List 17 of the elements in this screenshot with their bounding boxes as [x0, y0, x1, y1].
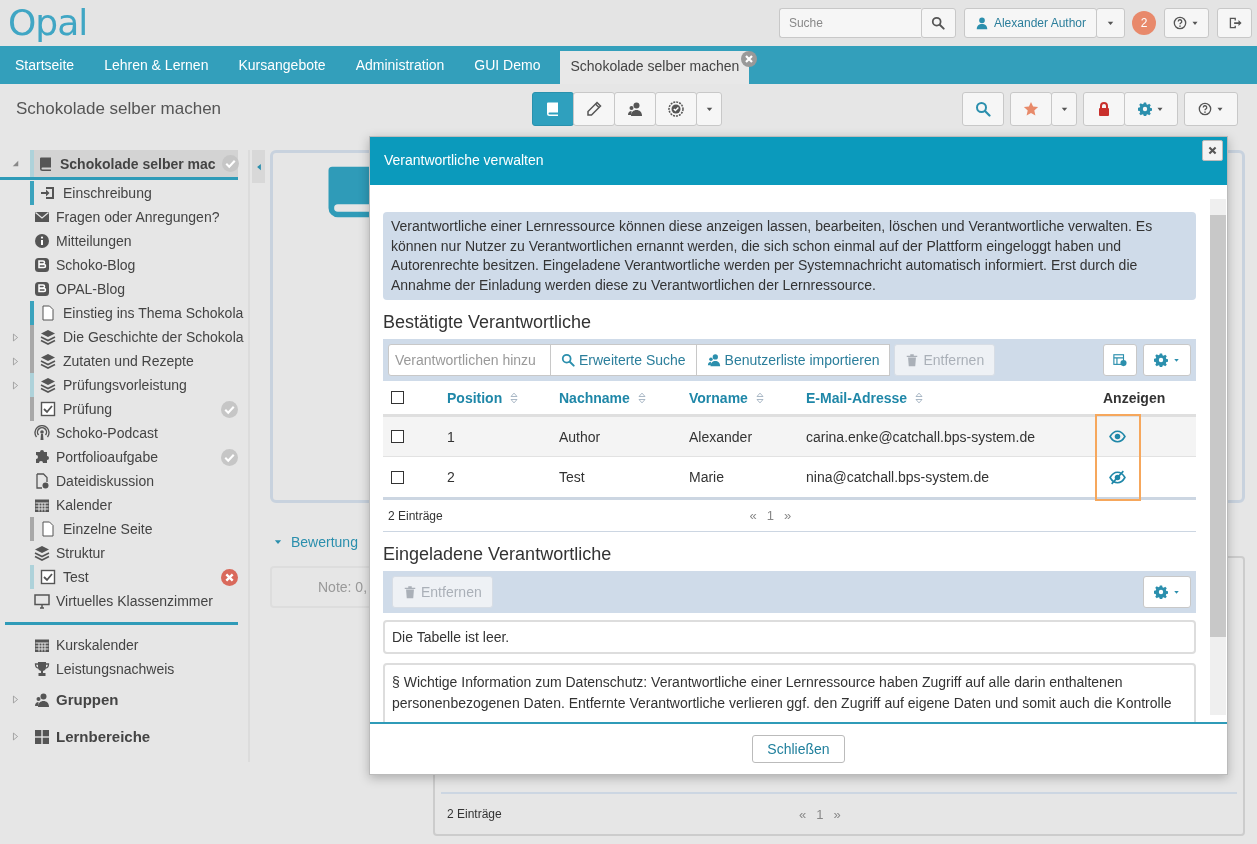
table-cell: nina@catchall.bps-system.de: [806, 469, 990, 485]
table-cell: Author: [559, 428, 601, 445]
table-cell: 2: [447, 469, 455, 485]
course-title: Schokolade selber machen: [16, 99, 223, 119]
empty-table-message: Die Tabelle ist leer.: [383, 620, 1196, 654]
section-heading: Bestätigte Verantwortliche: [383, 312, 593, 333]
section-heading: Eingeladene Verantwortliche: [383, 544, 613, 565]
table-cell: 1: [447, 428, 455, 445]
column-header: Anzeigen: [1103, 389, 1166, 406]
table-cell: Alexander: [689, 428, 753, 445]
table-cell: carina.enke@catchall.bps-system.de: [806, 428, 1035, 445]
table-cell: Test: [559, 469, 585, 485]
dialog-title: Verantwortliche verwalten: [370, 137, 1227, 185]
entry-count: 2 Einträge: [446, 807, 502, 821]
info-message: Verantwortliche einer Lernressource können diese anzeigen lassen, bearbeiten, löschen und Verantwortliche verwalten. Es können nur Nutzer zu Verantwortlichen ernannt werden, die sich schon einmal auf der Plattform eingeloggt haben und Autorenrechte besitzen. Eingeladene Verantwortliche werden per Systemnachricht automatisch informiert. Erst durch die Annahme der Einladung werden diese zu Verantwortlichen der Lernressource.: [383, 212, 1196, 300]
entry-count: 2 Einträge: [387, 508, 443, 523]
table-cell: Marie: [689, 469, 724, 485]
